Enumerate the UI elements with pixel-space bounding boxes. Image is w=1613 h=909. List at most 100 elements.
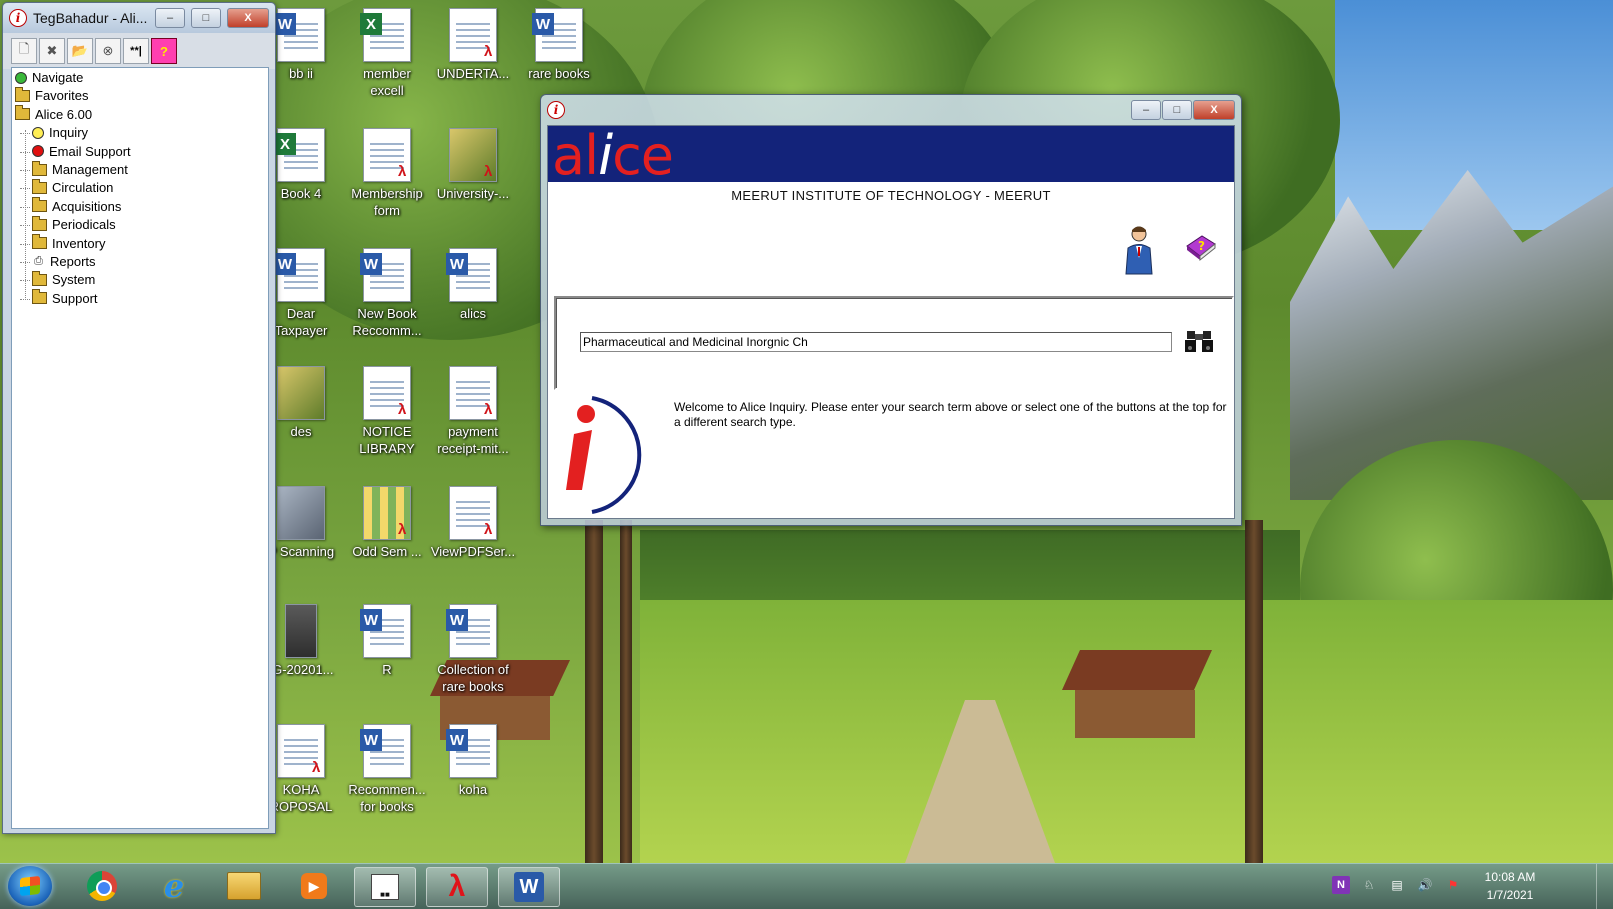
tree-item-label: System (52, 272, 96, 288)
tree-item-support[interactable]: Support (20, 289, 98, 306)
desktop-icon-label: Odd Sem ... (352, 544, 422, 559)
search-panel (554, 296, 1234, 390)
desktop-icon-label: member excell (363, 66, 411, 98)
tree-item-label: Circulation (52, 180, 114, 196)
folder-icon (32, 197, 47, 213)
tree-item-periodicals[interactable]: Periodicals (20, 215, 116, 232)
desktop-icon-label: Recommen... for books (348, 782, 426, 814)
minimize-button[interactable]: – (155, 8, 185, 28)
pdf-document-icon: λ (363, 486, 411, 540)
tree-item-inventory[interactable]: Inventory (19, 234, 105, 251)
librarian-search-icon[interactable] (1120, 224, 1158, 276)
open-folder-icon[interactable]: 📂 (67, 38, 93, 64)
taskbar-alice-app[interactable]: ■■ (354, 867, 416, 907)
desktop-icon[interactable]: W New Book Reccomm... (343, 248, 431, 339)
tree-item-reports[interactable]: ⎙ Reports (20, 254, 96, 269)
desktop-icon[interactable]: λ University-... (429, 128, 517, 202)
desktop-icon[interactable]: λ ViewPDFSer... (429, 486, 517, 560)
taskbar-media-player[interactable]: ▶ (284, 867, 344, 905)
word-document-icon: W (274, 248, 325, 302)
tree-item-favorites[interactable]: Favorites (15, 86, 89, 104)
maximize-button[interactable]: □ (191, 8, 221, 28)
tree-item-navigate[interactable]: Navigate (15, 70, 83, 85)
search-input[interactable] (580, 332, 1172, 352)
tree-item-acquisitions[interactable]: Acquisitions (19, 197, 121, 214)
taskbar-internet-explorer[interactable]: e (144, 867, 204, 905)
tree-toggle-button[interactable]: **| (123, 38, 149, 64)
action-center-flag-icon[interactable]: ⚑ (1444, 876, 1462, 894)
tree-item-circulation[interactable]: Circulation (19, 178, 114, 196)
desktop-icon-label: payment receipt-mit... (437, 424, 509, 456)
tree-item-label: Favorites (35, 88, 89, 104)
taskbar-word[interactable]: W (498, 867, 560, 907)
tree-item-email-support[interactable]: Email Support (20, 144, 131, 159)
desktop-icon[interactable]: Wrare books (515, 8, 603, 82)
network-icon[interactable]: ▤ (1388, 876, 1406, 894)
alice-navigator-window: i TegBahadur - Ali... – □ X 🗋 ✖ 📂 ⊗ **| … (2, 2, 276, 834)
desktop-icon[interactable]: W Recommen... for books (343, 724, 431, 815)
welcome-message: Welcome to Alice Inquiry. Please enter y… (674, 400, 1227, 429)
close-button[interactable]: X (1193, 100, 1235, 120)
desktop-icon[interactable]: Xmember excell (343, 8, 431, 99)
tree-item-label: Management (52, 162, 128, 177)
alice-window-icon: ■■ (371, 874, 399, 900)
inquiry-title-bar[interactable]: i – □ X (541, 95, 1241, 125)
start-button[interactable] (8, 866, 52, 906)
desktop-icon[interactable]: λ Odd Sem ... (343, 486, 431, 560)
desktop-icon-label: Collection of rare books (437, 662, 509, 694)
desktop-icon[interactable]: WR (343, 604, 431, 678)
image-file-icon (277, 366, 325, 420)
desktop-icon[interactable]: λ UNDERTA... (429, 8, 517, 82)
delete-document-icon[interactable]: ✖ (39, 38, 65, 64)
desktop-icon[interactable]: W Collection of rare books (429, 604, 517, 695)
wallpaper-cabin-roof (1062, 650, 1212, 690)
pdf-document-icon: λ (363, 128, 411, 182)
alice-banner: alice (548, 126, 1234, 186)
folder-icon (32, 215, 47, 231)
desktop-icon[interactable]: λ NOTICE LIBRARY (343, 366, 431, 457)
show-desktop-button[interactable] (1596, 864, 1613, 909)
book-help-icon[interactable]: ? (1184, 230, 1218, 264)
minimize-button[interactable]: – (1131, 100, 1161, 120)
onenote-icon[interactable]: N (1332, 876, 1350, 894)
desktop-icon-label: NOTICE LIBRARY (359, 424, 415, 456)
navigator-toolbar: 🗋 ✖ 📂 ⊗ **| ? (3, 33, 275, 69)
word-document-icon: W (360, 604, 411, 658)
taskbar-acrobat[interactable]: λ (426, 867, 488, 907)
folder-icon (32, 270, 47, 286)
volume-icon[interactable]: 🔊 (1416, 876, 1434, 894)
excel-document-icon: X (274, 128, 325, 182)
folder-icon (15, 86, 30, 102)
desktop-icon[interactable]: λ Membership form (343, 128, 431, 219)
green-dot-icon (15, 71, 27, 84)
alice-logo: alice (552, 124, 674, 187)
people-icon[interactable]: ♘ (1360, 876, 1378, 894)
binoculars-search-icon[interactable] (1184, 328, 1214, 354)
clock[interactable]: 10:08 AM 1/7/2021 (1470, 868, 1550, 904)
alice-info-icon: i (9, 9, 27, 27)
desktop-icon[interactable]: Walics (429, 248, 517, 322)
desktop-icon[interactable]: λ payment receipt-mit... (429, 366, 517, 457)
navigator-title: TegBahadur - Ali... (33, 10, 148, 26)
navigator-title-bar[interactable]: i TegBahadur - Ali... – □ X (3, 3, 275, 33)
maximize-button[interactable]: □ (1162, 100, 1192, 120)
taskbar-chrome[interactable] (72, 867, 132, 905)
taskbar-file-explorer[interactable] (214, 867, 274, 905)
tree-item-system[interactable]: System (19, 270, 96, 288)
internet-explorer-icon: e (163, 867, 185, 905)
tree-item-management[interactable]: Management (20, 160, 128, 177)
wallpaper-trunk (585, 520, 603, 863)
svg-text:?: ? (1198, 239, 1205, 253)
new-document-icon[interactable]: 🗋 (11, 38, 37, 64)
windows-logo-icon (20, 875, 40, 897)
pdf-document-icon: λ (363, 366, 411, 420)
help-button[interactable]: ? (151, 38, 177, 64)
word-document-icon: W (446, 248, 497, 302)
desktop-icon[interactable]: Wkoha (429, 724, 517, 798)
tree-item-label: Inquiry (49, 125, 89, 141)
close-button[interactable]: X (227, 8, 269, 28)
tree-item-alice-6-00[interactable]: Alice 6.00 (15, 105, 92, 122)
stop-icon[interactable]: ⊗ (95, 38, 121, 64)
tree-item-inquiry[interactable]: Inquiry (19, 125, 89, 141)
system-tray: N ♘ ▤ 🔊 ⚑ (1332, 876, 1462, 894)
